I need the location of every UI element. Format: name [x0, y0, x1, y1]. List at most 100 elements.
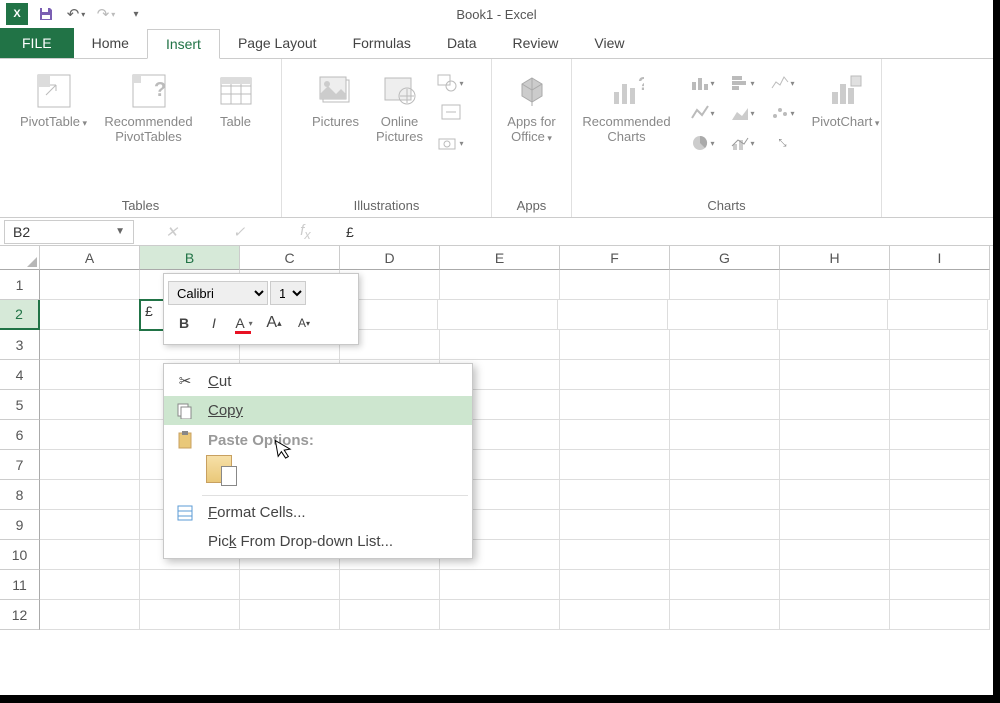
cell-A2[interactable] [40, 300, 140, 330]
row-header-10[interactable]: 10 [0, 540, 40, 570]
area-chart-icon[interactable]: ▾ [726, 99, 760, 127]
screenshot-icon[interactable]: ▾ [434, 129, 468, 157]
font-size-select[interactable]: 11 [270, 281, 306, 305]
cell-C11[interactable] [240, 570, 340, 600]
italic-button[interactable]: I [202, 311, 226, 335]
cell-H5[interactable] [780, 390, 890, 420]
cell-A3[interactable] [40, 330, 140, 360]
cell-E12[interactable] [440, 600, 560, 630]
bold-button[interactable]: B [172, 311, 196, 335]
cell-B12[interactable] [140, 600, 240, 630]
ctx-format-cells[interactable]: Format Cells... [164, 498, 472, 527]
line-chart-icon[interactable]: ▾ [686, 99, 720, 127]
col-header-D[interactable]: D [340, 246, 440, 270]
row-header-2[interactable]: 2 [0, 300, 40, 330]
namebox-dropdown-icon[interactable]: ▼ [115, 226, 125, 237]
cell-F6[interactable] [560, 420, 670, 450]
grow-font-button[interactable]: A▴ [262, 311, 286, 335]
charts-launcher-icon[interactable]: ⤡ [766, 129, 800, 157]
cell-I4[interactable] [890, 360, 990, 390]
col-header-I[interactable]: I [890, 246, 990, 270]
cell-I6[interactable] [890, 420, 990, 450]
cell-G3[interactable] [670, 330, 780, 360]
tab-data[interactable]: Data [429, 28, 495, 58]
cell-B11[interactable] [140, 570, 240, 600]
ctx-pick-list[interactable]: Pick From Drop-down List... [164, 527, 472, 556]
col-header-H[interactable]: H [780, 246, 890, 270]
tab-review[interactable]: Review [495, 28, 577, 58]
row-header-4[interactable]: 4 [0, 360, 40, 390]
column-chart-icon[interactable]: ▾ [686, 69, 720, 97]
cell-F11[interactable] [560, 570, 670, 600]
font-name-select[interactable]: Calibri [168, 281, 268, 305]
bar-chart-icon[interactable]: ▾ [726, 69, 760, 97]
cell-F9[interactable] [560, 510, 670, 540]
tab-formulas[interactable]: Formulas [335, 28, 429, 58]
tab-home[interactable]: Home [74, 28, 147, 58]
scatter-chart-icon[interactable]: ▾ [766, 99, 800, 127]
online-pictures-button[interactable]: Online Pictures [370, 69, 430, 147]
cell-A12[interactable] [40, 600, 140, 630]
cell-F2[interactable] [558, 300, 668, 330]
cell-A1[interactable] [40, 270, 140, 300]
cell-G4[interactable] [670, 360, 780, 390]
cell-H12[interactable] [780, 600, 890, 630]
font-color-button[interactable]: A ▾ [232, 311, 256, 335]
cell-A11[interactable] [40, 570, 140, 600]
cell-F7[interactable] [560, 450, 670, 480]
cell-A4[interactable] [40, 360, 140, 390]
row-header-5[interactable]: 5 [0, 390, 40, 420]
tab-page-layout[interactable]: Page Layout [220, 28, 335, 58]
col-header-G[interactable]: G [670, 246, 780, 270]
cell-G7[interactable] [670, 450, 780, 480]
cell-E2[interactable] [438, 300, 558, 330]
cell-H3[interactable] [780, 330, 890, 360]
cell-F4[interactable] [560, 360, 670, 390]
cell-F10[interactable] [560, 540, 670, 570]
cell-D11[interactable] [340, 570, 440, 600]
pie-chart-icon[interactable]: ▾ [686, 129, 720, 157]
name-box[interactable]: B2 ▼ [4, 220, 134, 244]
apps-for-office-button[interactable]: Apps for Office [496, 69, 568, 147]
row-header-7[interactable]: 7 [0, 450, 40, 480]
cell-G1[interactable] [670, 270, 780, 300]
select-all-corner[interactable] [0, 246, 40, 270]
cell-A10[interactable] [40, 540, 140, 570]
cell-G2[interactable] [668, 300, 778, 330]
cell-E1[interactable] [440, 270, 560, 300]
col-header-E[interactable]: E [440, 246, 560, 270]
row-header-3[interactable]: 3 [0, 330, 40, 360]
cell-A8[interactable] [40, 480, 140, 510]
cell-G10[interactable] [670, 540, 780, 570]
undo-icon[interactable]: ↶▾ [64, 2, 88, 26]
col-header-F[interactable]: F [560, 246, 670, 270]
cell-F5[interactable] [560, 390, 670, 420]
cancel-entry-icon[interactable]: ✕ [165, 223, 178, 241]
formula-input[interactable]: £ [338, 224, 993, 240]
cell-I12[interactable] [890, 600, 990, 630]
cell-I7[interactable] [890, 450, 990, 480]
pivottable-button[interactable]: PivotTable [18, 69, 90, 132]
cell-I8[interactable] [890, 480, 990, 510]
cell-H11[interactable] [780, 570, 890, 600]
pivotchart-button[interactable]: PivotChart [810, 69, 882, 132]
shrink-font-button[interactable]: A▾ [292, 311, 316, 335]
cell-D12[interactable] [340, 600, 440, 630]
spreadsheet-grid[interactable]: A B C D E F G H I 1 2£ 3 4 5 6 7 8 9 10 … [0, 246, 993, 630]
redo-icon[interactable]: ↷▾ [94, 2, 118, 26]
col-header-A[interactable]: A [40, 246, 140, 270]
cell-C12[interactable] [240, 600, 340, 630]
smartart-icon[interactable] [434, 99, 468, 127]
cell-A6[interactable] [40, 420, 140, 450]
row-header-12[interactable]: 12 [0, 600, 40, 630]
cell-F8[interactable] [560, 480, 670, 510]
cell-G11[interactable] [670, 570, 780, 600]
qat-customize-icon[interactable]: ▾ [124, 2, 148, 26]
cell-I3[interactable] [890, 330, 990, 360]
shapes-icon[interactable]: ▾ [434, 69, 468, 97]
row-header-1[interactable]: 1 [0, 270, 40, 300]
recommended-pivottables-button[interactable]: ? Recommended PivotTables [94, 69, 204, 147]
cell-I2[interactable] [888, 300, 988, 330]
cell-I1[interactable] [890, 270, 990, 300]
col-header-B[interactable]: B [140, 246, 240, 270]
